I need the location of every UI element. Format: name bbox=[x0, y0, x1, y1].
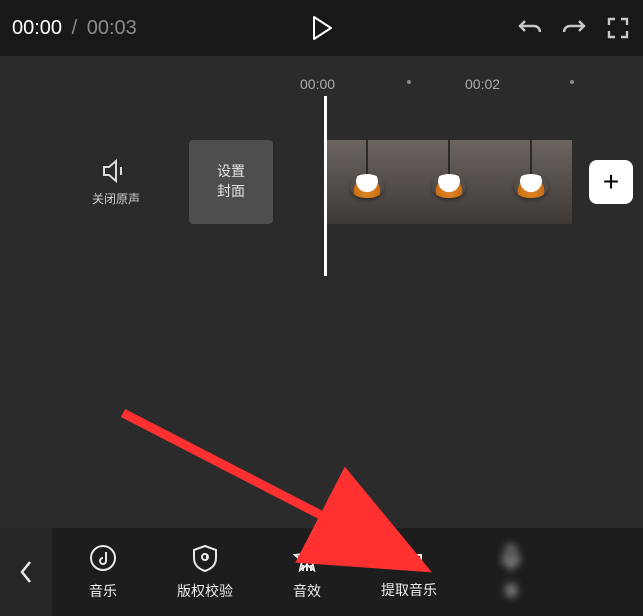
fullscreen-icon bbox=[607, 17, 629, 39]
set-cover-button[interactable]: 设置 封面 bbox=[189, 140, 273, 224]
undo-icon bbox=[517, 18, 543, 38]
redo-icon bbox=[561, 18, 587, 38]
set-cover-label: 设置 封面 bbox=[217, 162, 245, 201]
ruler-tick-dot bbox=[407, 80, 411, 84]
ruler-tick-dot bbox=[570, 80, 574, 84]
top-bar: 00:00 / 00:03 bbox=[0, 0, 643, 56]
fullscreen-button[interactable] bbox=[603, 13, 633, 43]
tool-label: 提取音乐 bbox=[381, 580, 437, 600]
ruler-tick-label: 00:02 bbox=[465, 76, 500, 92]
plus-icon: + bbox=[603, 166, 619, 198]
mute-original-sound-button[interactable]: 关闭原声 bbox=[92, 158, 140, 207]
tool-record[interactable]: 录 bbox=[460, 528, 562, 616]
ruler-tick-label: 00:00 bbox=[300, 76, 335, 92]
add-clip-button[interactable]: + bbox=[589, 160, 633, 204]
clip-frame[interactable] bbox=[408, 140, 490, 224]
music-icon bbox=[88, 543, 118, 573]
time-current: 00:00 bbox=[12, 17, 62, 39]
play-icon bbox=[311, 15, 333, 41]
time-display: 00:00 / 00:03 bbox=[12, 17, 137, 40]
chevron-left-icon bbox=[19, 560, 33, 584]
time-separator: / bbox=[72, 17, 78, 39]
clip-thumbnails[interactable] bbox=[326, 140, 572, 224]
shield-icon bbox=[190, 543, 220, 573]
mute-label: 关闭原声 bbox=[92, 190, 140, 207]
star-icon bbox=[292, 543, 322, 573]
mic-icon bbox=[496, 543, 526, 573]
time-ruler: 00:00 00:02 bbox=[0, 72, 643, 96]
tool-extract-music[interactable]: 提取音乐 bbox=[358, 528, 460, 616]
tool-sfx[interactable]: 音效 bbox=[256, 528, 358, 616]
redo-button[interactable] bbox=[559, 13, 589, 43]
clip-frame[interactable] bbox=[490, 140, 572, 224]
back-button[interactable] bbox=[0, 528, 52, 616]
time-total: 00:03 bbox=[87, 17, 137, 39]
play-button[interactable] bbox=[306, 12, 338, 44]
undo-button[interactable] bbox=[515, 13, 545, 43]
tool-label: 录 bbox=[504, 581, 518, 601]
playhead[interactable] bbox=[324, 96, 327, 276]
tool-label: 音乐 bbox=[89, 581, 117, 601]
video-track: 关闭原声 设置 封面 + bbox=[0, 140, 643, 224]
tool-label: 音效 bbox=[293, 581, 321, 601]
clip-frame[interactable] bbox=[326, 140, 408, 224]
tool-copyright[interactable]: 版权校验 bbox=[154, 528, 256, 616]
timeline-editor[interactable]: 00:00 00:02 关闭原声 设置 封面 + bbox=[0, 56, 643, 528]
speaker-icon bbox=[101, 158, 131, 184]
tool-label: 版权校验 bbox=[177, 581, 233, 601]
top-right-controls bbox=[515, 0, 633, 56]
bottom-toolbar: 音乐 版权校验 音效 提取音乐 录 bbox=[0, 528, 643, 616]
tool-music[interactable]: 音乐 bbox=[52, 528, 154, 616]
folder-icon bbox=[394, 544, 424, 572]
